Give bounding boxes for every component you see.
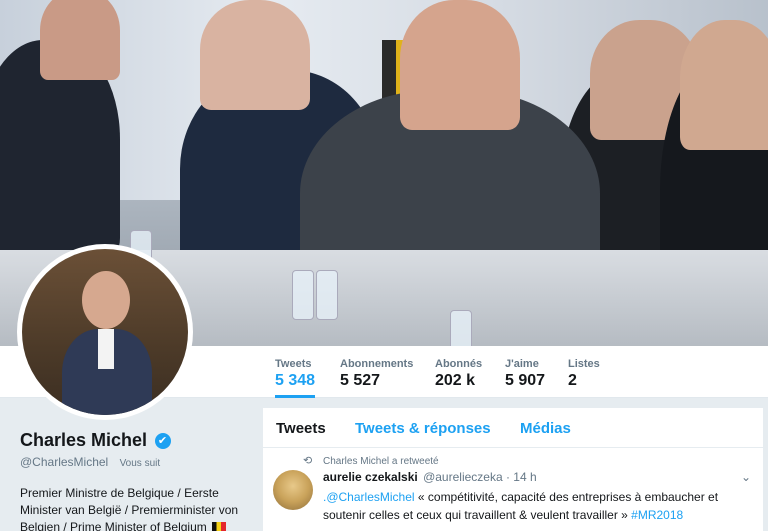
tweet-author-name[interactable]: aurelie czekalski [323, 470, 418, 484]
tweet-hashtag-link[interactable]: #MR2018 [631, 508, 683, 522]
nav-tweets-label: Tweets [275, 358, 312, 370]
nav-following-count: 5 527 [340, 372, 381, 389]
nav-followers-label: Abonnés [435, 358, 483, 370]
tweet-author-avatar[interactable] [273, 470, 313, 510]
nav-likes[interactable]: J'aime 5 907 [505, 358, 545, 390]
nav-followers-count: 202 k [435, 372, 476, 389]
tweet-header: aurelie czekalski @aurelieczeka · 14 h [323, 470, 537, 484]
tweet-author-handle[interactable]: @aurelieczeka · 14 h [423, 470, 537, 484]
retweet-icon: ⟲ [303, 455, 313, 467]
profile-bio-text: Premier Ministre de Belgique / Eerste Mi… [20, 486, 239, 531]
nav-lists[interactable]: Listes 2 [568, 358, 600, 390]
timeline-tabs: Tweets Tweets & réponses Médias [263, 408, 763, 448]
nav-following-label: Abonnements [340, 358, 414, 370]
tab-tweets-replies[interactable]: Tweets & réponses [355, 420, 491, 437]
nav-likes-label: J'aime [505, 358, 539, 370]
retweet-indicator: ⟲ Charles Michel a retweeté [303, 454, 439, 467]
nav-followers[interactable]: Abonnés 202 k [435, 358, 482, 390]
tab-media[interactable]: Médias [520, 420, 571, 437]
profile-card: Charles Michel ✔ @CharlesMichel Vous sui… [20, 430, 250, 531]
nav-likes-count: 5 907 [505, 372, 546, 389]
nav-tweets[interactable]: Tweets 5 348 [275, 358, 316, 398]
tweet-text: .@CharlesMichel « compétitivité, capacit… [323, 488, 743, 524]
belgium-flag-icon [212, 522, 227, 531]
profile-name[interactable]: Charles Michel [20, 430, 147, 451]
nav-tweets-count: 5 348 [275, 372, 316, 389]
tab-tweets[interactable]: Tweets [276, 420, 326, 437]
follows-you-badge: Vous suit [119, 458, 161, 469]
profile-avatar[interactable] [17, 244, 193, 420]
timeline: Tweets Tweets & réponses Médias ⟲ Charle… [263, 408, 763, 531]
verified-icon: ✔ [154, 433, 171, 449]
profile-handle[interactable]: @CharlesMichel [20, 455, 108, 469]
tweet-menu-icon[interactable]: ⌄ [741, 470, 751, 484]
profile-bio: Premier Ministre de Belgique / Eerste Mi… [20, 485, 250, 531]
nav-lists-label: Listes [568, 358, 600, 370]
nav-lists-count: 2 [568, 372, 577, 389]
nav-following[interactable]: Abonnements 5 527 [340, 358, 413, 390]
tweet-mention-link[interactable]: .@CharlesMichel [323, 490, 415, 504]
retweet-label[interactable]: Charles Michel a retweeté [323, 456, 439, 467]
